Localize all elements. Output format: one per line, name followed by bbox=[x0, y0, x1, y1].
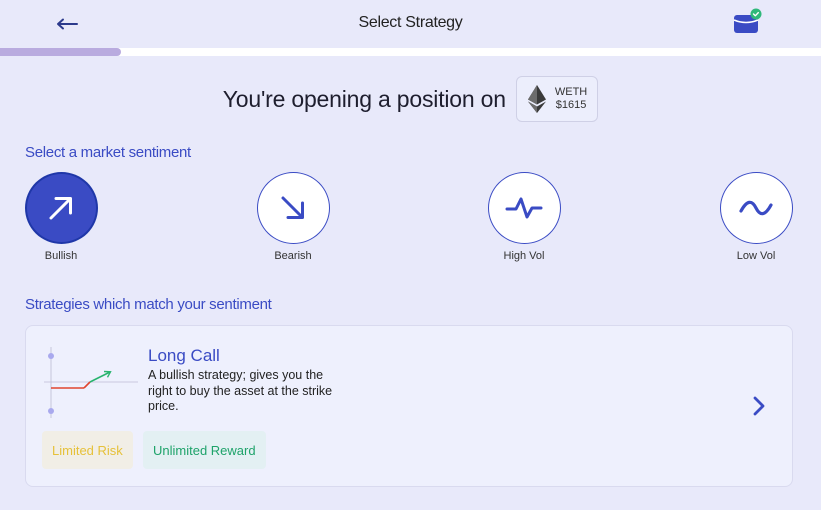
sentiment-label: High Vol bbox=[503, 250, 545, 262]
header: Select Strategy bbox=[0, 0, 821, 48]
sentiment-high-vol[interactable]: High Vol bbox=[487, 172, 561, 262]
payoff-diagram-icon bbox=[44, 347, 138, 418]
sentiment-label: Low Vol bbox=[736, 250, 776, 262]
wallet-button[interactable] bbox=[733, 8, 763, 36]
chevron-right-icon[interactable] bbox=[750, 394, 768, 418]
wallet-icon bbox=[733, 8, 762, 33]
progress-bar bbox=[0, 48, 821, 56]
sentiment-low-vol[interactable]: Low Vol bbox=[719, 172, 793, 262]
opening-position-row: You're opening a position on WETH $1615 bbox=[0, 76, 821, 122]
page-title: Select Strategy bbox=[358, 14, 463, 31]
progress-fill bbox=[0, 48, 121, 56]
arrow-up-right-icon bbox=[49, 197, 72, 220]
arrow-down-right-icon bbox=[281, 196, 304, 219]
sentiment-bullish[interactable]: Bullish bbox=[24, 172, 98, 262]
wave-icon bbox=[739, 200, 773, 216]
sentiment-label: Bearish bbox=[274, 250, 312, 262]
reward-tag: Unlimited Reward bbox=[143, 431, 266, 469]
risk-tag: Limited Risk bbox=[42, 431, 133, 469]
strategy-name: Long Call bbox=[148, 346, 220, 365]
sentiment-section-title: Select a market sentiment bbox=[25, 144, 191, 161]
pulse-icon bbox=[505, 197, 543, 219]
sentiment-bearish[interactable]: Bearish bbox=[256, 172, 330, 262]
sentiment-label: Bullish bbox=[44, 250, 78, 262]
opening-position-text: You're opening a position on bbox=[222, 85, 506, 112]
strategies-section-title: Strategies which match your sentiment bbox=[25, 296, 272, 313]
asset-price: $1615 bbox=[555, 99, 587, 111]
asset-selector[interactable]: WETH $1615 bbox=[515, 76, 599, 122]
asset-info: WETH $1615 bbox=[555, 86, 587, 112]
strategy-card-long-call[interactable]: Long Call A bullish strategy; gives you … bbox=[25, 325, 793, 487]
strategy-description: A bullish strategy; gives you the right … bbox=[148, 368, 333, 413]
ethereum-icon bbox=[527, 85, 546, 113]
asset-symbol: WETH bbox=[554, 86, 588, 98]
